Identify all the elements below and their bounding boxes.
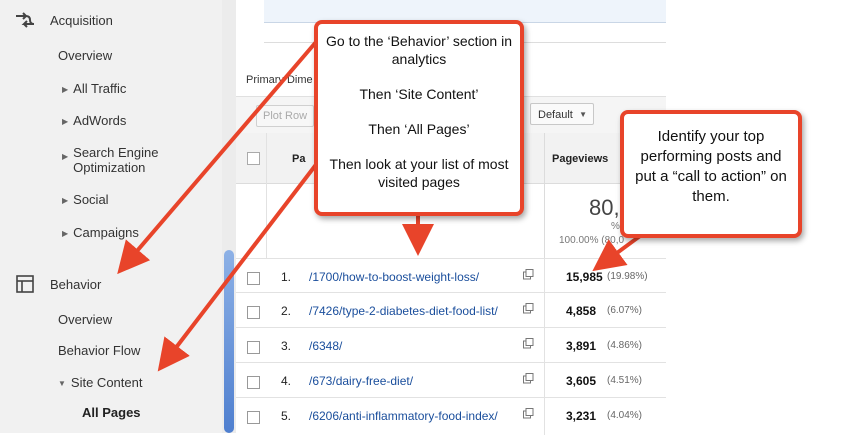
row-number: 3. — [281, 339, 292, 353]
pageviews-cell: 3,605 (4.51%) — [544, 363, 667, 400]
pageviews-cell: 15,985 (19.98%) — [544, 259, 667, 296]
caret-down-icon: ▼ — [58, 379, 66, 389]
callout-line: Then look at your list of most visited p… — [329, 156, 509, 190]
sidebar-item-all-traffic[interactable]: ▶ All Traffic — [62, 81, 126, 97]
caret-right-icon: ▶ — [62, 85, 69, 95]
acquisition-icon — [14, 9, 36, 31]
pageviews-value: 4,858 — [566, 304, 597, 318]
pageviews-value: 3,231 — [566, 409, 597, 423]
scrollbar-thumb[interactable] — [224, 250, 234, 433]
pageviews-percent: (6.07%) — [607, 305, 643, 316]
external-link-icon[interactable] — [523, 269, 534, 280]
table-row: 4. /673/dairy-free-diet/ 3,605 (4.51%) — [236, 362, 666, 400]
external-link-icon[interactable] — [523, 373, 534, 384]
plot-rows-button[interactable]: Plot Row — [256, 105, 315, 127]
external-link-icon[interactable] — [523, 408, 534, 419]
sidebar-item-label: Overview — [58, 312, 113, 327]
caret-right-icon: ▶ — [62, 196, 69, 206]
caret-right-icon: ▶ — [62, 117, 69, 127]
row-number: 5. — [281, 409, 292, 423]
pageviews-percent: (4.86%) — [607, 340, 643, 351]
select-all-checkbox[interactable] — [247, 152, 260, 165]
sidebar-section-label: Acquisition — [50, 12, 113, 28]
sidebar-item-behavior-flow[interactable]: Behavior Flow — [58, 343, 140, 358]
page-link[interactable]: /6348/ — [309, 339, 342, 353]
table-row: 2. /7426/type-2-diabetes-diet-food-list/… — [236, 292, 666, 330]
callout-line: Go to the ‘Behavior’ section in analytic… — [326, 33, 512, 67]
sidebar-item-label: Search Engine Optimization — [73, 145, 159, 175]
sidebar-item-label: Site Content — [70, 375, 143, 390]
callout-line: Then ‘Site Content’ — [359, 86, 479, 102]
column-header-page[interactable]: Pa — [292, 153, 305, 165]
page-link[interactable]: /673/dairy-free-diet/ — [309, 374, 413, 388]
page-link[interactable]: /1700/how-to-boost-weight-loss/ — [309, 270, 479, 284]
callout-text: Identify your top performing posts and p… — [635, 128, 787, 205]
sidebar-item-label: AdWords — [73, 113, 127, 128]
sidebar-item-acq-overview[interactable]: Overview — [58, 48, 112, 63]
caret-right-icon: ▶ — [62, 229, 69, 239]
pageviews-value: 15,985 — [566, 270, 603, 284]
summary-pct: 100.00% (80,0 — [559, 235, 625, 246]
tip-callout: Identify your top performing posts and p… — [620, 110, 802, 238]
table-row: 1. /1700/how-to-boost-weight-loss/ 15,98… — [236, 258, 666, 296]
row-number: 2. — [281, 304, 292, 318]
default-select-value: Default — [538, 109, 573, 121]
sidebar-item-label: Overview — [58, 48, 113, 63]
row-checkbox[interactable] — [247, 411, 260, 424]
sidebar-section-label: Behavior — [50, 276, 102, 292]
sidebar-item-seo[interactable]: ▶ Search Engine Optimization — [62, 145, 182, 175]
sidebar-section-acquisition[interactable]: Acquisition — [14, 9, 113, 31]
sidebar-item-label: Social — [73, 192, 109, 207]
row-number: 4. — [281, 374, 292, 388]
sidebar-item-all-pages[interactable]: All Pages — [82, 405, 141, 420]
row-checkbox[interactable] — [247, 306, 260, 319]
default-select[interactable]: Default ▼ — [530, 103, 594, 125]
sidebar-item-label: Behavior Flow — [58, 343, 141, 358]
row-checkbox[interactable] — [247, 341, 260, 354]
pageviews-cell: 4,858 (6.07%) — [544, 293, 667, 330]
table-row: 5. /6206/anti-inflammatory-food-index/ 3… — [236, 397, 666, 435]
external-link-icon[interactable] — [523, 303, 534, 314]
pageviews-percent: (4.04%) — [607, 410, 643, 421]
pageviews-cell: 3,231 (4.04%) — [544, 398, 667, 435]
pageviews-cell: 3,891 (4.86%) — [544, 328, 667, 365]
chevron-down-icon: ▼ — [579, 110, 587, 119]
column-header-label: Pageviews — [552, 153, 609, 165]
row-checkbox[interactable] — [247, 272, 260, 285]
external-link-icon[interactable] — [523, 338, 534, 349]
sidebar-item-label: All Pages — [82, 405, 141, 420]
row-number: 1. — [281, 270, 292, 284]
sidebar-item-site-content[interactable]: ▼ Site Content — [58, 375, 142, 391]
pageviews-percent: (4.51%) — [607, 375, 643, 386]
sidebar-item-adwords[interactable]: ▶ AdWords — [62, 113, 126, 129]
sidebar-item-social[interactable]: ▶ Social — [62, 192, 109, 208]
sidebar-item-behavior-overview[interactable]: Overview — [58, 312, 112, 327]
pageviews-value: 3,891 — [566, 339, 597, 353]
sidebar-item-label: Campaigns — [73, 225, 139, 240]
caret-right-icon: ▶ — [62, 152, 69, 161]
sidebar-item-campaigns[interactable]: ▶ Campaigns — [62, 225, 139, 241]
page-link[interactable]: /6206/anti-inflammatory-food-index/ — [309, 409, 498, 423]
table-row: 3. /6348/ 3,891 (4.86%) — [236, 327, 666, 365]
primary-dimension-label: Primary Dime — [246, 74, 313, 86]
pageviews-value: 3,605 — [566, 374, 597, 388]
instruction-callout: Go to the ‘Behavior’ section in analytic… — [314, 20, 524, 216]
page-link[interactable]: /7426/type-2-diabetes-diet-food-list/ — [309, 304, 498, 318]
pageviews-percent: (19.98%) — [607, 271, 648, 282]
sidebar: Acquisition Overview ▶ All Traffic ▶ AdWor… — [0, 0, 223, 433]
row-checkbox[interactable] — [247, 376, 260, 389]
sidebar-section-behavior[interactable]: Behavior — [14, 273, 101, 295]
sidebar-item-label: All Traffic — [73, 81, 127, 96]
behavior-icon — [14, 273, 36, 295]
callout-line: Then ‘All Pages’ — [368, 121, 470, 137]
